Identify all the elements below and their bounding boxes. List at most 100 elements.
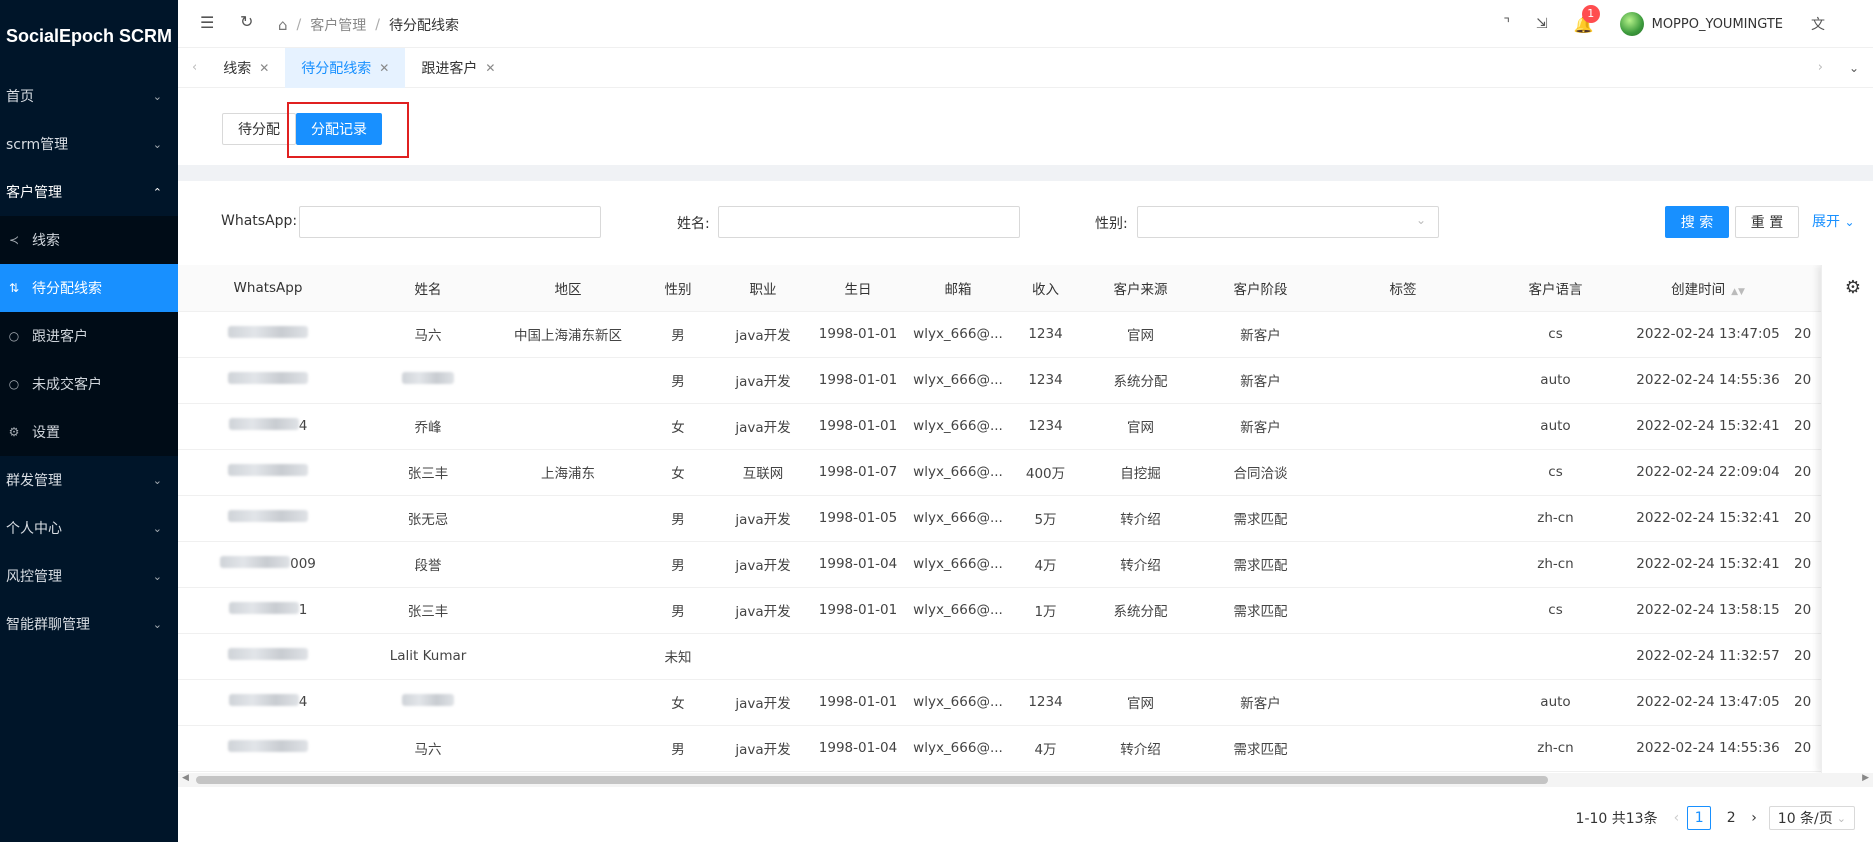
table-cell-source: 转介绍	[1083, 495, 1198, 542]
table-row[interactable]: 1 张三丰 男 java开发 1998-01-01 wlyx_666@... 1万 系统分配需…	[178, 587, 1843, 634]
table-row[interactable]: 张三丰 上海浦东女互联网 1998-01-07 wlyx_666@... 400万 自挖掘…	[178, 449, 1843, 496]
leads-table: WhatsApp 姓名 地区 性别 职业 生日 邮箱 收入 客户来源 客户阶段 …	[178, 265, 1843, 772]
reset-button[interactable]: 重 置	[1735, 206, 1799, 238]
table-row[interactable]: 4 乔峰 女 java开发 1998-01-01 wlyx_666@... 1234 官网 新客…	[178, 403, 1843, 450]
table-cell-source: 转介绍	[1083, 725, 1198, 772]
tab-scroll-left-icon[interactable]: ‹	[192, 60, 197, 75]
next-page-icon[interactable]: ›	[1751, 810, 1757, 826]
column-header-created[interactable]: 创建时间 ▲▼	[1628, 265, 1788, 312]
menu-item-home[interactable]: 首页 ⌄	[0, 72, 178, 120]
chevron-down-icon: ⌄	[1415, 213, 1426, 227]
table-cell-lang: auto	[1483, 357, 1628, 404]
table-cell-gender: 男	[638, 311, 718, 358]
table-cell-gender: 男	[638, 725, 718, 772]
table-row[interactable]: 男 java开发 1998-01-01 wlyx_666@... 1234 系统分配 新客户…	[178, 357, 1843, 404]
close-icon[interactable]: ✕	[259, 61, 269, 75]
menu-item-group-chat[interactable]: 智能群聊管理 ⌄	[0, 600, 178, 648]
home-icon[interactable]: ⌂	[278, 16, 288, 34]
table-cell-job: java开发	[718, 495, 808, 542]
table-cell-job: java开发	[718, 541, 808, 588]
table-cell-job: java开发	[718, 725, 808, 772]
table-cell-created: 2022-02-24 11:32:57	[1628, 633, 1788, 680]
menu-item-scrm[interactable]: scrm管理 ⌄	[0, 120, 178, 168]
table-cell-source: 自挖掘	[1083, 449, 1198, 496]
whatsapp-input[interactable]	[299, 206, 601, 238]
table-row[interactable]: 009 段誉 男 java开发 1998-01-04 wlyx_666@... 4万 转介绍需…	[178, 541, 1843, 588]
close-icon[interactable]: ✕	[485, 61, 495, 75]
highlight-box	[287, 102, 409, 158]
table-cell-birthday: 1998-01-01	[808, 679, 908, 726]
menu-item-risk[interactable]: 风控管理 ⌄	[0, 552, 178, 600]
sidebar-item-unclosed[interactable]: ○ 未成交客户	[0, 360, 178, 408]
menu-fold-icon[interactable]: ☰	[200, 13, 214, 32]
expand-link[interactable]: 展开 ⌄	[1812, 211, 1855, 231]
page-size-select[interactable]: 10 条/页 ⌄	[1768, 806, 1855, 830]
fullscreen-exit-icon[interactable]: ⌝	[1503, 16, 1510, 32]
phone-suffix: 4	[298, 694, 308, 710]
sidebar-item-pending-leads[interactable]: ⇅ 待分配线索	[0, 264, 178, 312]
tab-followup[interactable]: 跟进客户 ✕	[405, 48, 511, 88]
table-cell-source: 官网	[1083, 679, 1198, 726]
prev-page-icon[interactable]: ‹	[1674, 810, 1680, 826]
table-cell-job: java开发	[718, 357, 808, 404]
avatar[interactable]	[1619, 12, 1644, 36]
table-cell-tag	[1323, 725, 1483, 772]
chevron-down-icon: ⌄	[152, 617, 162, 631]
sidebar-item-label: 未成交客户	[32, 377, 102, 393]
search-button[interactable]: 搜 索	[1665, 206, 1729, 238]
tab-leads[interactable]: 线索 ✕	[207, 48, 285, 88]
sidebar-item-followup[interactable]: ○ 跟进客户	[0, 312, 178, 360]
table-cell-income: 400万	[1008, 449, 1083, 496]
redacted-phone	[228, 694, 299, 706]
refresh-icon[interactable]: ↻	[240, 12, 253, 31]
name-input[interactable]	[718, 206, 1020, 238]
name-label: 姓名:	[677, 216, 710, 232]
scroll-right-icon[interactable]: ▶	[1862, 773, 1869, 783]
menu-item-broadcast[interactable]: 群发管理 ⌄	[0, 456, 178, 504]
translate-icon[interactable]: 文	[1811, 14, 1825, 34]
sort-icon[interactable]: ▲▼	[1731, 287, 1745, 297]
table-row[interactable]: 张无忌 男 java开发 1998-01-05 wlyx_666@... 5万 转介绍 需求匹…	[178, 495, 1843, 542]
sidebar-item-settings[interactable]: ⚙ 设置	[0, 408, 178, 456]
page-2[interactable]: 2	[1719, 806, 1743, 830]
sidebar-item-leads[interactable]: ≺ 线索	[0, 216, 178, 264]
page-1[interactable]: 1	[1687, 806, 1712, 830]
fullscreen-icon[interactable]: ⇲	[1536, 16, 1548, 32]
tab-scroll-right-icon[interactable]: ›	[1818, 60, 1823, 75]
tab-menu-chevron-icon[interactable]: ⌄	[1849, 61, 1859, 75]
scrollbar-thumb[interactable]	[196, 776, 1548, 784]
share-icon: ≺	[8, 233, 20, 247]
scroll-left-icon[interactable]: ◀	[182, 773, 189, 783]
gear-icon[interactable]: ⚙	[1845, 277, 1861, 298]
notification-bell[interactable]: 🔔 1	[1574, 4, 1600, 34]
tab-pending-leads[interactable]: 待分配线索 ✕	[285, 47, 406, 88]
table-row[interactable]: 4 女 java开发 1998-01-01 wlyx_666@... 1234 官网 新客户 a…	[178, 679, 1843, 726]
username[interactable]: MOPPO_YOUMINGTE	[1652, 17, 1783, 32]
pending-button[interactable]: 待分配	[222, 113, 296, 145]
menu-label: scrm管理	[6, 137, 69, 153]
menu-label: 个人中心	[6, 521, 62, 537]
table-cell-lang: cs	[1483, 311, 1628, 358]
table-row[interactable]: Lalit Kumar 未知 2022-02-24 11:32:57 20	[178, 633, 1843, 680]
breadcrumb-parent[interactable]: 客户管理	[310, 15, 366, 35]
horizontal-scrollbar[interactable]: ◀ ▶	[178, 773, 1873, 787]
menu-label: 智能群聊管理	[6, 617, 90, 633]
table-row[interactable]: 马六 中国上海浦东新区男 java开发 1998-01-01 wlyx_666@... 1…	[178, 311, 1843, 358]
table-header-row: WhatsApp 姓名 地区 性别 职业 生日 邮箱 收入 客户来源 客户阶段 …	[178, 265, 1843, 312]
table-cell-tag	[1323, 495, 1483, 542]
sidebar-item-label: 设置	[32, 425, 60, 441]
redacted-name	[402, 372, 454, 384]
table-cell-job: 互联网	[718, 449, 808, 496]
table-cell-stage: 新客户	[1198, 679, 1323, 726]
gender-select[interactable]: ⌄	[1137, 206, 1439, 238]
close-icon[interactable]: ✕	[379, 61, 389, 75]
column-header: 邮箱	[908, 265, 1008, 312]
table-cell-email: wlyx_666@...	[908, 311, 1008, 358]
menu-item-personal[interactable]: 个人中心 ⌄	[0, 504, 178, 552]
whatsapp-label: WhatsApp:	[221, 213, 298, 229]
table-cell-lang: cs	[1483, 449, 1628, 496]
menu-item-customer[interactable]: 客户管理 ⌃	[0, 168, 178, 216]
column-header: 客户阶段	[1198, 265, 1323, 312]
tabs-bar: ‹ 线索 ✕ 待分配线索 ✕ 跟进客户 ✕ › ⌄	[178, 47, 1873, 88]
table-row[interactable]: 马六 男 java开发 1998-01-04 wlyx_666@... 4万 转介绍 需求匹配…	[178, 725, 1843, 772]
